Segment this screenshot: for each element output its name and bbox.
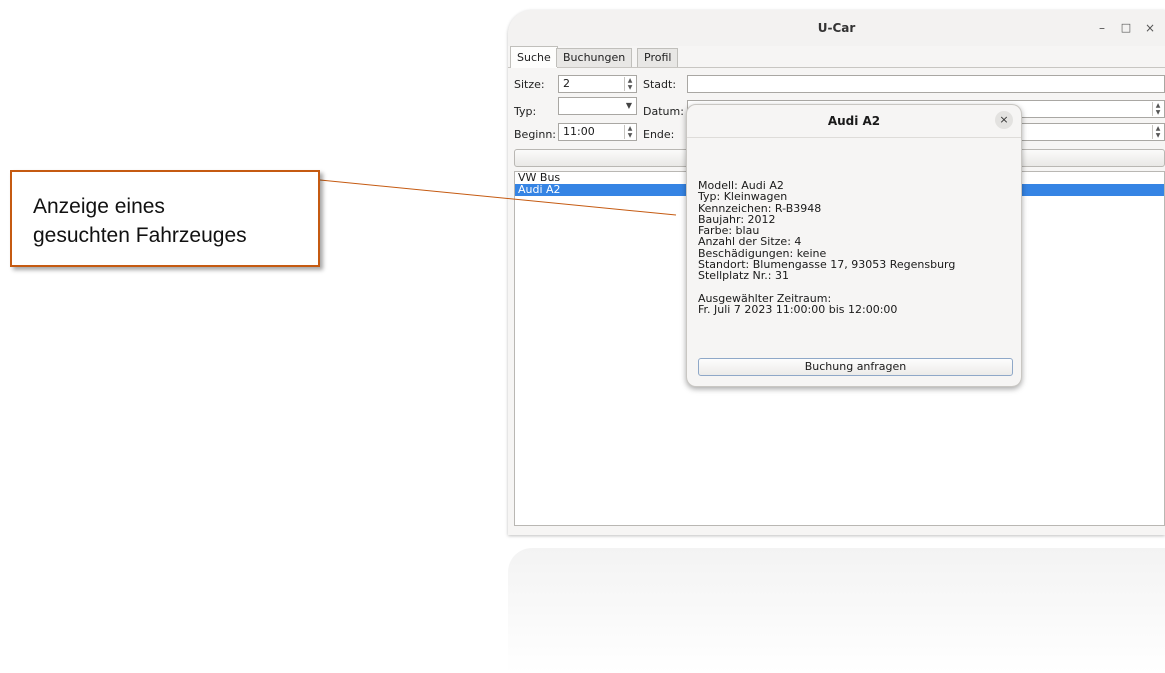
title-bar[interactable]: U-Car – □ × (508, 10, 1165, 46)
city-input[interactable] (687, 75, 1165, 93)
car-details-dialog: Audi A2 × Modell: Audi A2 Typ: Kleinwage… (686, 104, 1022, 387)
tab-suche[interactable]: Suche (510, 46, 558, 68)
spin-arrows-icon[interactable]: ▲ ▼ (624, 125, 635, 139)
callout-line-2: gesuchten Fahrzeuges (33, 224, 247, 247)
spin-arrows-icon[interactable]: ▲ ▼ (624, 77, 635, 91)
seats-spinbox[interactable]: 2 ▲ ▼ (558, 75, 637, 93)
dialog-title: Audi A2 (827, 114, 881, 128)
spin-arrows-icon[interactable]: ▲ ▼ (1152, 102, 1163, 116)
window-reflection (508, 548, 1165, 673)
chevron-down-icon: ▼ (625, 101, 632, 110)
seats-value: 2 (563, 77, 570, 90)
detail-type: Typ: Kleinwagen (698, 190, 788, 204)
detail-parking: Stellplatz Nr.: 31 (698, 269, 789, 283)
maximize-icon[interactable]: □ (1116, 18, 1136, 38)
annotation-callout: Anzeige eines gesuchten Fahrzeuges (10, 170, 320, 267)
date-label: Datum: (643, 105, 684, 118)
end-label: Ende: (643, 128, 675, 141)
callout-text: Anzeige eines gesuchten Fahrzeuges (33, 192, 247, 250)
type-label: Typ: (514, 105, 537, 118)
spin-arrows-icon[interactable]: ▲ ▼ (1152, 125, 1163, 139)
tab-buchungen[interactable]: Buchungen (556, 48, 633, 67)
request-booking-button[interactable]: Buchung anfragen (698, 358, 1013, 376)
close-icon[interactable]: × (1140, 18, 1160, 38)
minimize-icon[interactable]: – (1092, 18, 1112, 38)
type-dropdown[interactable]: ▼ (558, 97, 637, 115)
seats-label: Sitze: (514, 78, 545, 91)
dialog-header: Audi A2 × (687, 105, 1021, 138)
start-label: Beginn: (514, 128, 557, 141)
start-time-spinbox[interactable]: 11:00 ▲ ▼ (558, 123, 637, 141)
tab-profil[interactable]: Profil (637, 48, 679, 67)
car-details: Modell: Audi A2 Typ: Kleinwagen Kennzeic… (698, 180, 1018, 316)
start-time-value: 11:00 (563, 125, 595, 138)
window-title: U-Car (817, 21, 856, 35)
period-value: Fr. Juli 7 2023 11:00:00 bis 12:00:00 (698, 302, 898, 316)
city-label: Stadt: (643, 78, 677, 91)
callout-line-1: Anzeige eines (33, 195, 165, 218)
close-icon[interactable]: × (995, 111, 1013, 129)
tab-bar: Suche Buchungen Profil (508, 46, 1165, 68)
